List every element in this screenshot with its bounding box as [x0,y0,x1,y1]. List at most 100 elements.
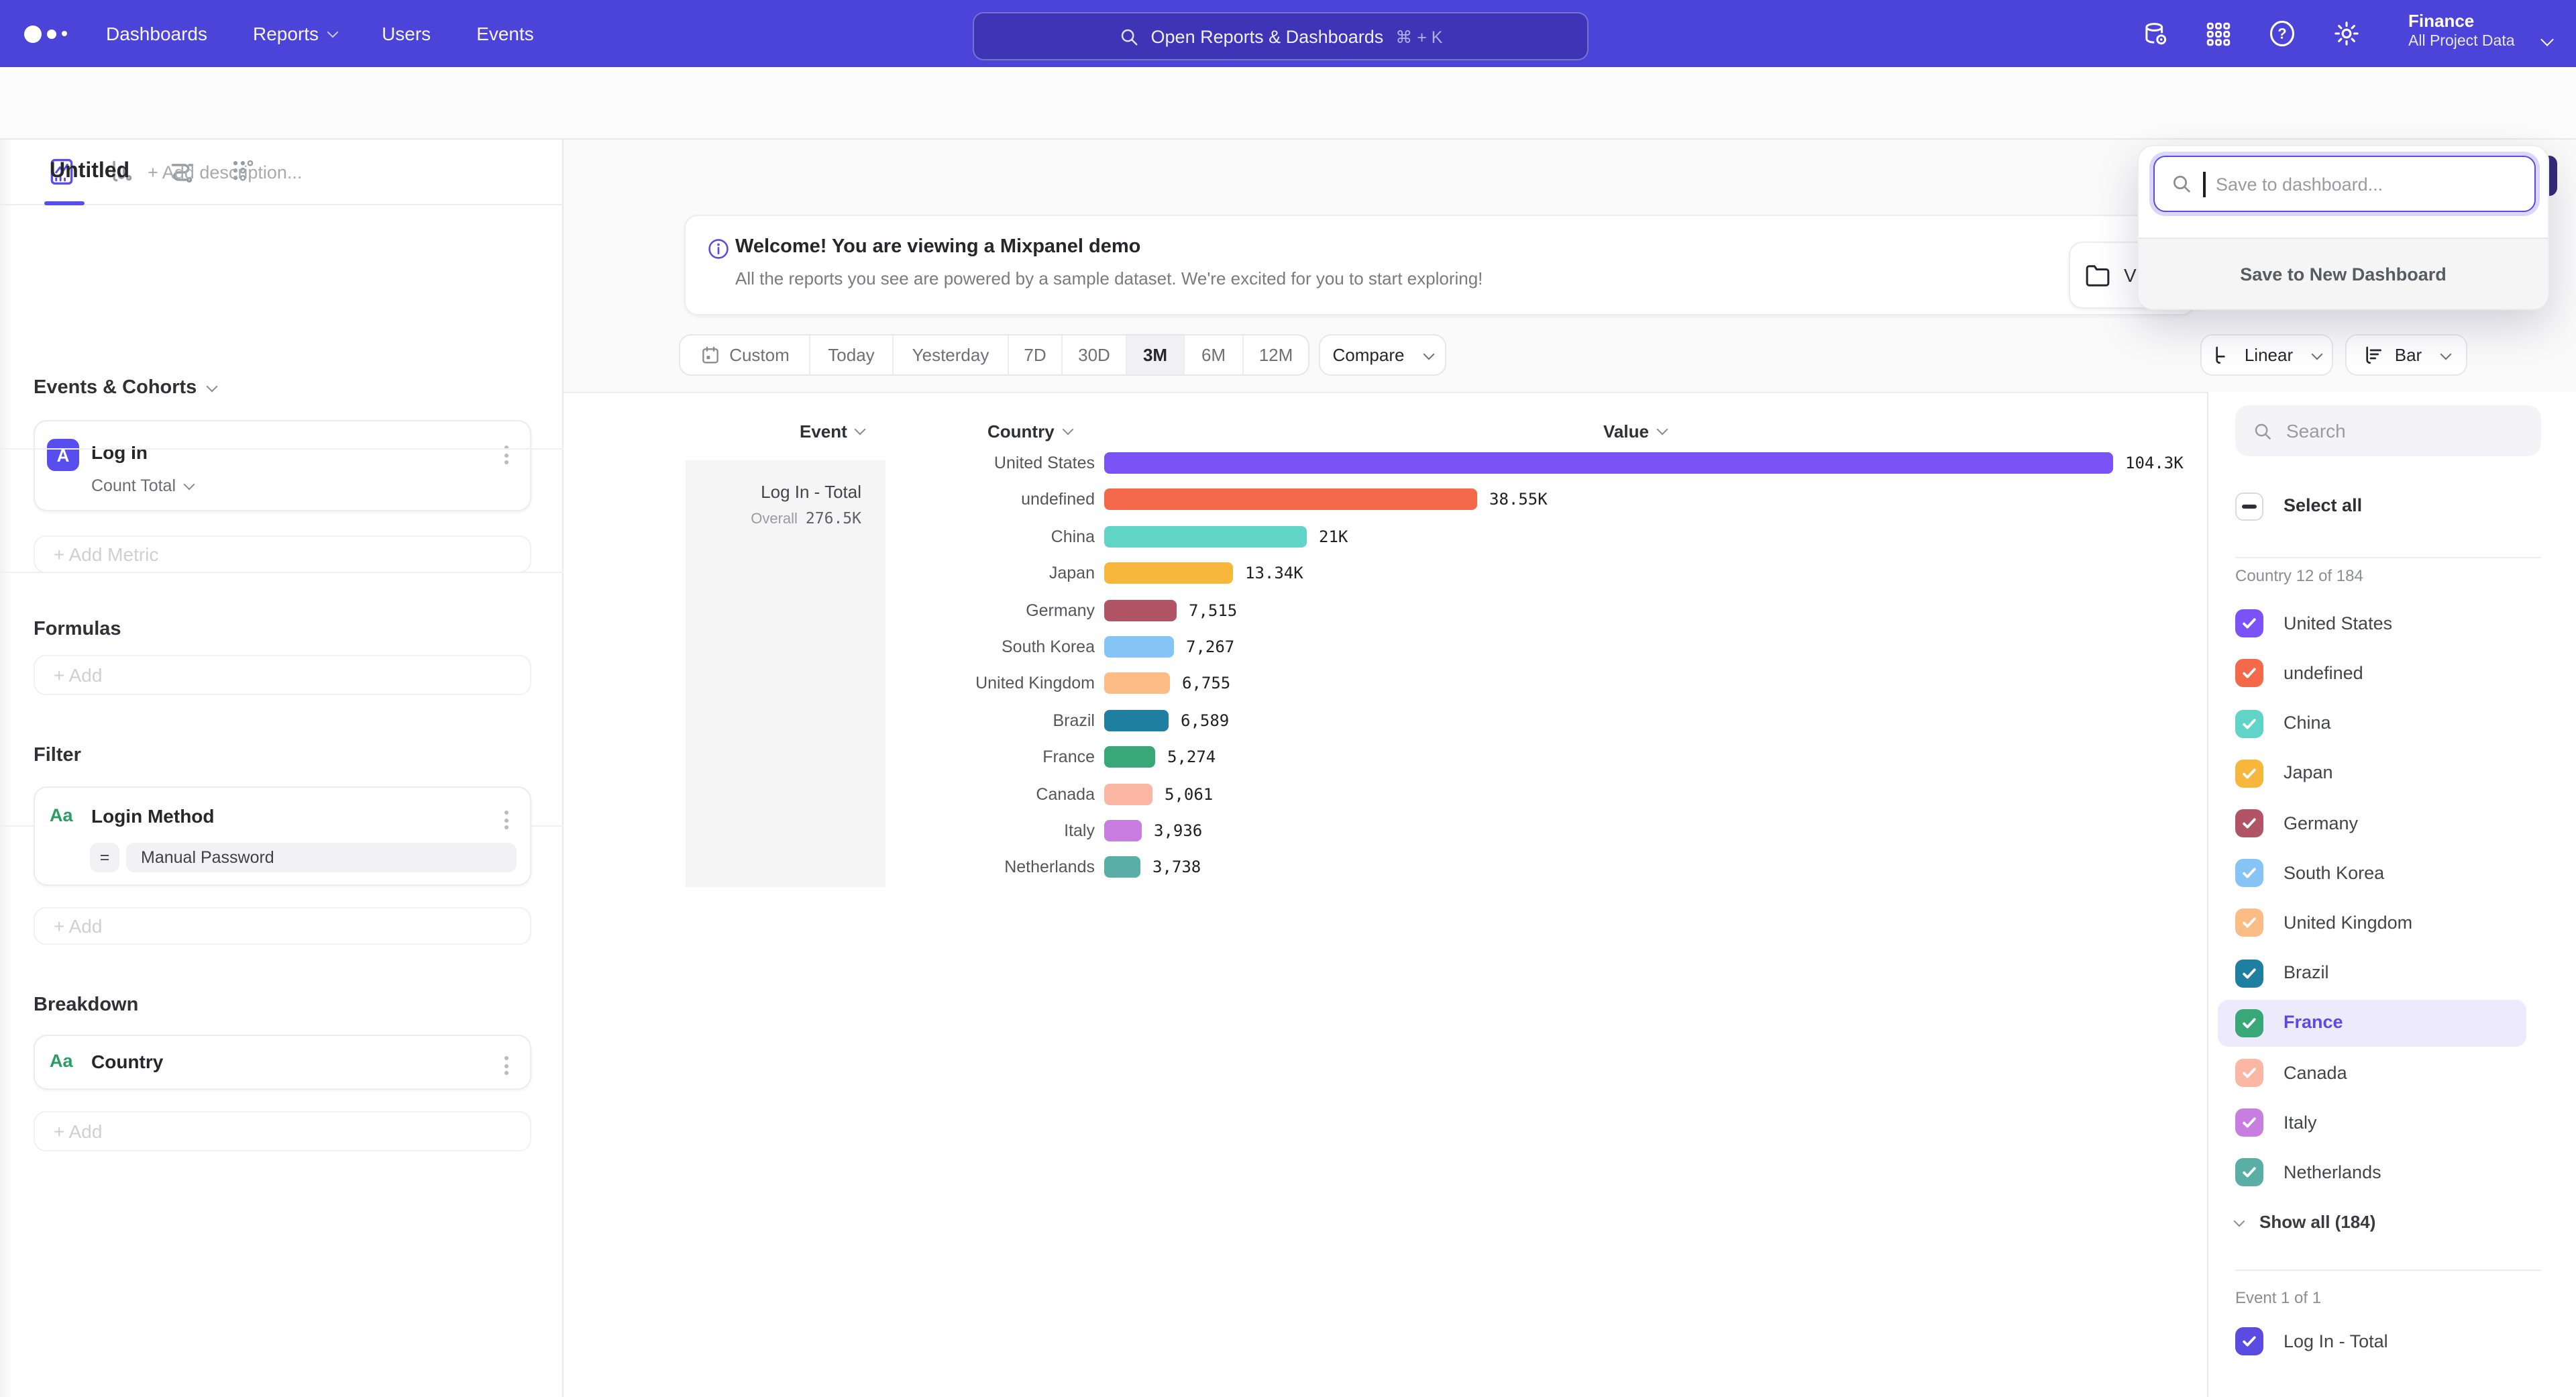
date-range-custom[interactable]: Custom [680,335,810,374]
help-icon[interactable]: ? [2267,19,2297,48]
country-checkbox[interactable] [2235,760,2263,788]
data-management-icon[interactable] [2141,19,2169,48]
bar-category-label: undefined [564,489,1095,511]
bar-value-label: 104.3K [2125,452,2184,474]
bar[interactable] [1104,636,1174,658]
country-checkbox[interactable] [2235,1108,2263,1137]
bar[interactable] [1104,562,1233,584]
mixpanel-logo-icon[interactable] [24,0,67,67]
metric-name[interactable]: Log In [91,442,148,463]
country-checkbox[interactable] [2235,1009,2263,1037]
nav-item-reports[interactable]: Reports [253,23,336,44]
legend-search-input[interactable]: Search [2235,405,2541,456]
country-filter-row-italy[interactable]: Italy [2208,1108,2576,1137]
filter-operator-chip[interactable]: = [90,843,119,872]
bar-row-south-korea: South Korea7,267 [564,636,2207,658]
country-checkbox[interactable] [2235,909,2263,937]
date-range-30d[interactable]: 30D [1063,335,1127,374]
country-filter-row-united-kingdom[interactable]: United Kingdom [2208,909,2576,937]
bar[interactable] [1104,820,1142,841]
bar[interactable] [1104,452,2113,474]
nav-item-users[interactable]: Users [382,23,431,44]
bar[interactable] [1104,857,1140,878]
save-to-new-dashboard-button[interactable]: Save to New Dashboard [2139,238,2548,309]
country-checkbox[interactable] [2235,1059,2263,1087]
bar[interactable] [1104,783,1152,805]
country-filter-row-germany[interactable]: Germany [2208,809,2576,837]
country-filter-row-south-korea[interactable]: South Korea [2208,859,2576,887]
add-filter-button[interactable]: + Add [34,907,531,945]
country-checkbox[interactable] [2235,609,2263,637]
nav-item-dashboards[interactable]: Dashboards [106,23,207,44]
country-checkbox[interactable] [2235,959,2263,987]
compare-button[interactable]: Compare [1319,334,1446,376]
project-chevron-down-icon[interactable] [2533,27,2552,51]
settings-gear-icon[interactable] [2332,19,2361,48]
project-switcher[interactable]: Finance All Project Data [2408,11,2515,50]
add-formula-button[interactable]: + Add [34,655,531,695]
select-all-checkbox-indeterminate[interactable] [2235,493,2263,521]
add-description-button[interactable]: + Add description... [148,162,302,183]
breakdown-card[interactable]: Aa Country [34,1035,531,1090]
breakdown-kebab-icon[interactable] [500,1052,513,1079]
global-search[interactable]: Open Reports & Dashboards ⌘ + K [973,12,1589,60]
column-header-event[interactable]: Event [800,421,865,442]
date-range-today[interactable]: Today [810,335,894,374]
apps-grid-icon[interactable] [2204,19,2233,48]
event-checkbox[interactable] [2235,1327,2263,1355]
filter-property-name[interactable]: Login Method [91,805,215,827]
metric-card[interactable]: A Log In Count Total [34,420,531,511]
select-all-row[interactable]: Select all [2208,493,2576,521]
country-filter-row-japan[interactable]: Japan [2208,760,2576,788]
breakdown-property-name[interactable]: Country [91,1051,163,1072]
save-dashboard-search-input[interactable]: Save to dashboard... [2153,156,2536,212]
bar[interactable] [1104,673,1170,694]
nav-icon-group: ? [2141,19,2361,48]
event-filter-row-log-in---total[interactable]: Log In - Total [2208,1327,2576,1355]
bar[interactable] [1104,599,1177,621]
country-filter-row-netherlands[interactable]: Netherlands [2208,1159,2576,1187]
country-checkbox[interactable] [2235,859,2263,887]
date-range-6m[interactable]: 6M [1185,335,1244,374]
bar-row-canada: Canada5,061 [564,783,2207,805]
country-checkbox[interactable] [2235,709,2263,737]
country-checkbox[interactable] [2235,660,2263,688]
column-header-value[interactable]: Value [1603,421,1666,442]
country-filter-row-brazil[interactable]: Brazil [2208,959,2576,987]
country-checkbox[interactable] [2235,1159,2263,1187]
date-range-yesterday[interactable]: Yesterday [894,335,1009,374]
metric-kebab-icon[interactable] [500,442,513,468]
country-checkbox[interactable] [2235,809,2263,837]
date-range-7d[interactable]: 7D [1009,335,1063,374]
metric-aggregation-dropdown[interactable]: Count Total [91,476,193,495]
bar[interactable] [1104,489,1477,511]
date-range-12m[interactable]: 12M [1244,335,1308,374]
country-filter-row-france[interactable]: France [2208,1009,2576,1037]
country-label: United Kingdom [2284,913,2412,933]
global-search-placeholder: Open Reports & Dashboards [1151,26,1384,46]
search-icon [2253,421,2273,441]
nav-item-events[interactable]: Events [476,23,534,44]
filter-card[interactable]: Aa Login Method = Manual Password [34,786,531,886]
report-title[interactable]: Untitled [50,160,129,184]
bar[interactable] [1104,746,1155,768]
column-header-country[interactable]: Country [987,421,1072,442]
country-filter-row-china[interactable]: China [2208,709,2576,737]
metrics-section-header[interactable]: Events & Cohorts [34,377,215,399]
bar[interactable] [1104,710,1169,731]
chart-type-dropdown[interactable]: Bar [2345,334,2467,376]
add-metric-button[interactable]: + Add Metric [34,535,531,573]
show-all-button[interactable]: Show all (184) [2235,1212,2375,1232]
filter-kebab-icon[interactable] [500,807,513,833]
bar-value-label: 5,274 [1167,746,1216,768]
country-filter-row-undefined[interactable]: undefined [2208,660,2576,688]
country-filter-row-canada[interactable]: Canada [2208,1059,2576,1087]
filter-value-chip[interactable]: Manual Password [126,843,517,872]
add-breakdown-button[interactable]: + Add [34,1111,531,1151]
bar[interactable] [1104,526,1307,548]
date-range-3m[interactable]: 3M [1127,335,1185,374]
scale-dropdown[interactable]: Linear [2200,334,2333,376]
country-filter-row-united-states[interactable]: United States [2208,609,2576,637]
event-label: Log In - Total [2284,1331,2388,1351]
bar-row-brazil: Brazil6,589 [564,710,2207,731]
